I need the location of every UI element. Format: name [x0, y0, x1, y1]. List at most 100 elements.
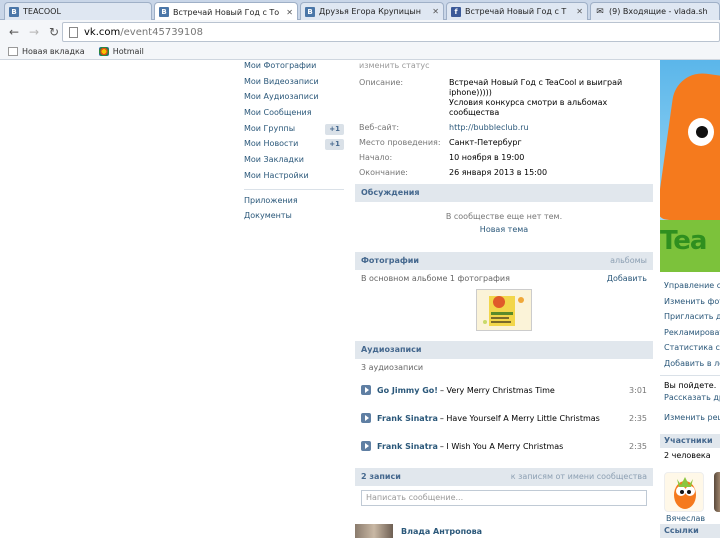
hotmail-icon: [98, 47, 109, 56]
audio-track[interactable]: Go Jimmy Go! – Very Merry Christmas Time…: [355, 376, 653, 404]
bookmarks-bar: Новая вкладка Hotmail: [0, 44, 720, 60]
discussions-header[interactable]: Обсуждения: [355, 184, 653, 202]
browser-toolbar: ← → ↻ vk.com/event45739108: [0, 20, 720, 44]
audio-track[interactable]: Frank Sinatra – I Wish You A Merry Chris…: [355, 432, 653, 460]
tell-friends-link[interactable]: Рассказать друзьям: [660, 392, 720, 404]
vk-icon: B: [305, 6, 315, 17]
album-photo-thumbnail[interactable]: [476, 289, 532, 331]
community-avatar[interactable]: Tea: [660, 60, 720, 272]
track-artist[interactable]: Frank Sinatra: [377, 442, 438, 451]
left-menu-groups[interactable]: Мои Группы +1: [244, 121, 344, 137]
play-icon[interactable]: [361, 441, 371, 451]
albums-link[interactable]: альбомы: [610, 252, 647, 270]
tab-facebook-event[interactable]: f Встречай Новый Год с Т ✕: [446, 2, 588, 20]
info-row-description: Описание: Встречай Новый Год с TeaCool и…: [359, 78, 653, 118]
close-icon[interactable]: ✕: [432, 7, 439, 16]
page-icon: [69, 26, 78, 38]
place-value: Санкт-Петербург: [449, 138, 522, 147]
track-artist[interactable]: Go Jimmy Go!: [377, 386, 438, 395]
divider: [660, 375, 720, 376]
tab-event[interactable]: B Встречай Новый Год с То ✕: [154, 2, 298, 21]
vk-icon: B: [9, 6, 19, 17]
left-menu-messages[interactable]: Мои Сообщения: [244, 105, 344, 121]
close-icon[interactable]: ✕: [576, 7, 583, 16]
discussions-empty-text: В сообществе еще нет тем.: [445, 212, 563, 221]
change-photo-link[interactable]: Изменить фотографию: [660, 294, 720, 310]
close-icon[interactable]: ✕: [286, 8, 293, 17]
members-count: 2 человека: [664, 450, 711, 460]
facebook-icon: f: [451, 6, 461, 17]
manage-community-link[interactable]: Управление сообществом: [660, 278, 720, 294]
avatar[interactable]: [664, 471, 704, 512]
info-row-end: Окончание: 26 января 2013 в 15:00: [359, 168, 653, 178]
info-row-website: Веб-сайт: http://bubbleclub.ru: [359, 123, 653, 133]
tab-inbox[interactable]: ✉ (9) Входящие - vlada.sh: [590, 2, 720, 20]
add-photo-link[interactable]: Добавить: [607, 274, 647, 283]
wall-header[interactable]: 2 записи к записям от имени сообщества: [355, 468, 653, 486]
audio-track[interactable]: Frank Sinatra – Have Yourself A Merry Li…: [355, 404, 653, 432]
left-menu-apps[interactable]: Приложения: [244, 193, 344, 209]
audio-count: 3 аудиозаписи: [355, 359, 653, 376]
left-menu-photos[interactable]: Мои Фотографии: [244, 58, 344, 74]
community-posts-link[interactable]: к записям от имени сообщества: [511, 468, 647, 486]
vk-icon: B: [159, 7, 169, 17]
left-menu-news[interactable]: Мои Новости +1: [244, 136, 344, 152]
left-menu-bookmarks[interactable]: Мои Закладки: [244, 152, 344, 168]
post-author[interactable]: Влада Антропова: [401, 527, 482, 536]
logo-text: Tea: [660, 226, 707, 256]
menu-label: Мои Закладки: [244, 155, 304, 165]
start-value: 10 ноября в 19:00: [449, 153, 525, 162]
bookmark-new-tab[interactable]: Новая вкладка: [8, 47, 85, 56]
bookmark-hotmail[interactable]: Hotmail: [98, 47, 144, 56]
links-header[interactable]: Ссылки: [660, 523, 720, 538]
menu-label: Документы: [244, 211, 292, 221]
members-header[interactable]: Участники: [660, 433, 720, 448]
photos-header[interactable]: Фотографии альбомы: [355, 252, 653, 270]
member-name[interactable]: Вячеслав: [666, 514, 705, 523]
mail-icon: ✉: [596, 6, 604, 17]
description-text: Встречай Новый Год с TeaCool и выиграй i…: [449, 78, 623, 117]
audio-header[interactable]: Аудиозаписи: [355, 341, 653, 359]
tab-friends[interactable]: B Друзья Егора Крупицын ✕: [300, 2, 444, 20]
menu-label: Мои Группы: [244, 123, 296, 133]
track-duration: 2:35: [629, 441, 647, 451]
block-title: Аудиозаписи: [361, 345, 422, 354]
left-menu-documents[interactable]: Документы: [244, 208, 344, 224]
back-arrow-icon[interactable]: ←: [6, 24, 22, 40]
new-topic-link[interactable]: Новая тема: [355, 221, 653, 248]
avatar[interactable]: [355, 524, 393, 538]
wall-post-input[interactable]: Написать сообщение...: [361, 490, 647, 506]
page-icon: [8, 47, 18, 56]
change-decision-link[interactable]: Изменить решение: [660, 410, 720, 426]
tab-title: TEACOOL: [23, 7, 61, 16]
new-topic-label: Новая тема: [479, 225, 529, 234]
left-menu-audio[interactable]: Мои Аудиозаписи: [244, 89, 344, 105]
discussions-block: Обсуждения В сообществе еще нет тем. Нов…: [355, 184, 653, 248]
tab-teacool[interactable]: B TEACOOL: [4, 2, 152, 20]
reload-icon[interactable]: ↻: [46, 24, 62, 40]
mascot-body: [660, 69, 720, 229]
status-edit-link[interactable]: изменить статус: [359, 60, 653, 78]
play-icon[interactable]: [361, 413, 371, 423]
main-column: изменить статус Описание: Встречай Новый…: [355, 60, 653, 538]
track-artist[interactable]: Frank Sinatra: [377, 414, 438, 423]
end-value: 26 января 2013 в 15:00: [449, 168, 548, 177]
photos-count-text: В основном альбоме 1 фотография: [361, 274, 510, 283]
audio-count-text: 3 аудиозаписи: [361, 363, 424, 372]
menu-label: Мои Видеозаписи: [244, 76, 319, 86]
left-menu-settings[interactable]: Мои Настройки: [244, 168, 344, 184]
address-bar[interactable]: vk.com/event45739108: [62, 22, 720, 42]
tab-title: Встречай Новый Год с То: [173, 7, 280, 17]
advertise-link[interactable]: Рекламировать: [660, 325, 720, 341]
left-menu-videos[interactable]: Мои Видеозаписи: [244, 74, 344, 90]
add-to-menu-link[interactable]: Добавить в левое меню: [660, 356, 720, 372]
invite-friends-link[interactable]: Пригласить друзей: [660, 309, 720, 325]
statistics-link[interactable]: Статистика сообщества: [660, 340, 720, 356]
forward-arrow-icon[interactable]: →: [26, 24, 42, 40]
play-icon[interactable]: [361, 385, 371, 395]
avatar[interactable]: [714, 471, 720, 512]
info-row-place: Место проведения: Санкт-Петербург: [359, 138, 653, 148]
menu-label: Мои Сообщения: [244, 108, 312, 118]
website-link[interactable]: http://bubbleclub.ru: [449, 123, 653, 133]
event-info: Описание: Встречай Новый Год с TeaCool и…: [359, 78, 653, 178]
